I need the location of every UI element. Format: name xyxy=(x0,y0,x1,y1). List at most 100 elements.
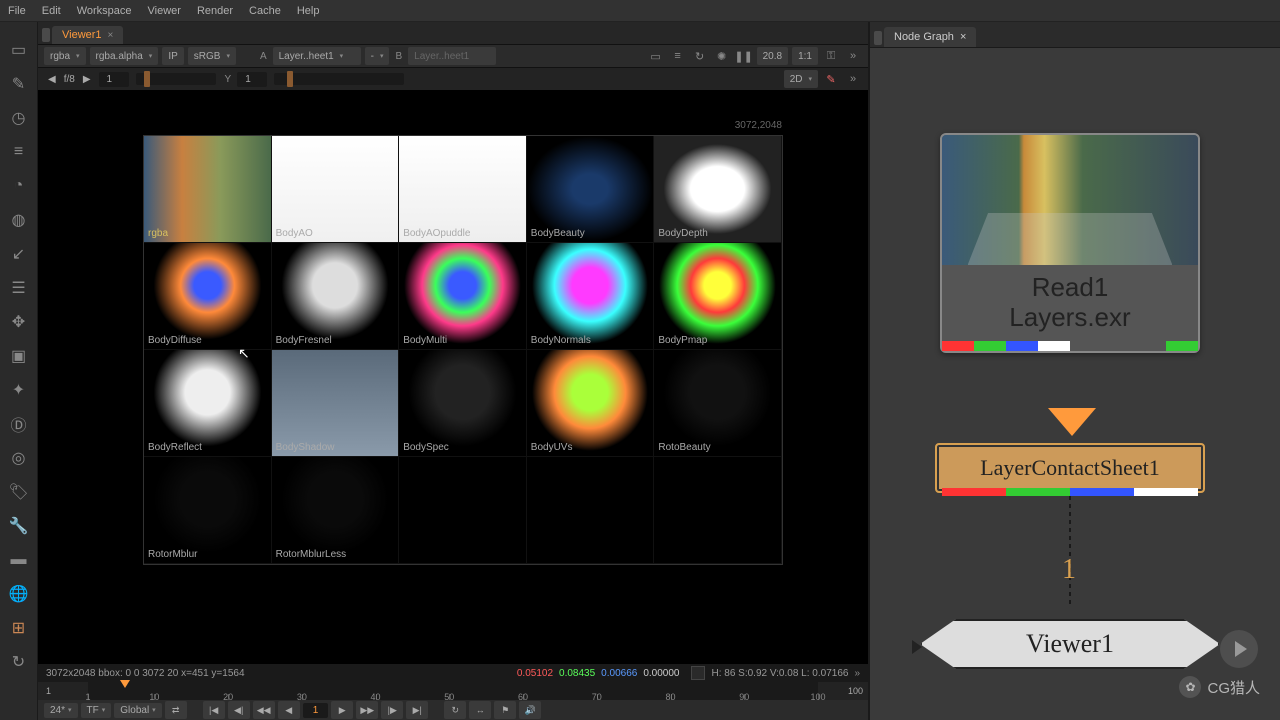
layer-cell[interactable]: RotorMblurLess xyxy=(272,457,400,564)
gamma-input[interactable]: 1 xyxy=(237,72,267,87)
next-key[interactable]: |▶ xyxy=(381,701,403,719)
tool-world[interactable]: 🌐 xyxy=(9,584,29,604)
layer-cell[interactable]: BodyNormals xyxy=(527,243,655,350)
expand-icon[interactable]: » xyxy=(844,47,862,65)
layercontactsheet-node[interactable]: LayerContactSheet1 xyxy=(935,443,1205,493)
sync-button[interactable]: ⇄ xyxy=(165,701,187,719)
play-fwd[interactable]: ▶▶ xyxy=(356,701,378,719)
layer-cell[interactable]: BodyShadow xyxy=(272,350,400,457)
zoom-val[interactable]: 20.8 xyxy=(757,47,788,65)
menu-file[interactable]: File xyxy=(8,5,26,17)
bounce-button[interactable]: ↔ xyxy=(469,701,491,719)
layer-cell[interactable]: RotorMblur xyxy=(144,457,272,564)
layer-cell[interactable]: BodyMulti xyxy=(399,243,527,350)
tool-curve[interactable]: ↙ xyxy=(9,244,29,264)
marker-button[interactable]: ⚑ xyxy=(494,701,516,719)
layer-cell[interactable]: BodyDepth xyxy=(654,136,782,243)
lock-icon[interactable]: ⚿ xyxy=(822,47,840,65)
viewer-node[interactable]: Viewer1 xyxy=(920,604,1220,684)
layer-cell[interactable] xyxy=(527,457,655,564)
tool-target[interactable]: ◎ xyxy=(9,448,29,468)
tool-clock[interactable]: ◷ xyxy=(9,108,29,128)
input-b[interactable]: Layer..heet1 xyxy=(408,47,496,65)
expand-status[interactable]: » xyxy=(854,668,860,679)
layer-cell[interactable]: BodySpec xyxy=(399,350,527,457)
tool-move[interactable]: ✥ xyxy=(9,312,29,332)
step-fwd[interactable]: ▶ xyxy=(331,701,353,719)
menu-edit[interactable]: Edit xyxy=(42,5,61,17)
layer-cell[interactable]: BodyFresnel xyxy=(272,243,400,350)
roi-icon[interactable]: ≡ xyxy=(669,47,687,65)
layer-cell[interactable]: BodyDiffuse xyxy=(144,243,272,350)
playhead[interactable] xyxy=(117,682,129,700)
global-dd[interactable]: Global xyxy=(114,703,161,718)
gain-slider[interactable] xyxy=(136,73,216,85)
last-frame[interactable]: ▶| xyxy=(406,701,428,719)
tool-d[interactable]: Ⓓ xyxy=(9,414,29,434)
channel-dd[interactable]: rgba xyxy=(44,47,86,65)
nodegraph-tab[interactable]: Node Graph × xyxy=(884,27,976,47)
first-frame[interactable]: |◀ xyxy=(203,701,225,719)
tab-handle[interactable] xyxy=(42,28,50,42)
nodegraph-canvas[interactable]: Read1 Layers.exr LayerContactSheet1 1 Vi… xyxy=(870,48,1280,720)
close-icon[interactable]: × xyxy=(108,30,114,41)
wipe-dd[interactable]: - xyxy=(365,47,390,65)
prev-key[interactable]: ◀| xyxy=(228,701,250,719)
layer-cell[interactable]: rgba xyxy=(144,136,272,243)
menu-viewer[interactable]: Viewer xyxy=(148,5,181,17)
timeline-ruler[interactable]: 1 100 1102030405060708090100 » xyxy=(88,682,818,700)
layer-cell[interactable]: BodyUVs xyxy=(527,350,655,457)
vol-button[interactable]: 🔊 xyxy=(519,701,541,719)
tool-refresh[interactable]: ↻ xyxy=(9,652,29,672)
tool-spark[interactable]: ✦ xyxy=(9,380,29,400)
tool-tag[interactable]: 🏷 xyxy=(9,482,29,502)
tool-wrench[interactable]: 🔧 xyxy=(9,516,29,536)
wipe-icon[interactable]: ✎ xyxy=(822,70,840,88)
clip-icon[interactable]: ▭ xyxy=(647,47,665,65)
loop-button[interactable]: ↻ xyxy=(444,701,466,719)
menu-cache[interactable]: Cache xyxy=(249,5,281,17)
step-rev[interactable]: ◀ xyxy=(278,701,300,719)
read-node[interactable]: Read1 Layers.exr xyxy=(940,133,1200,353)
menu-workspace[interactable]: Workspace xyxy=(77,5,132,17)
layer-cell[interactable]: BodyAO xyxy=(272,136,400,243)
close-icon[interactable]: × xyxy=(960,31,966,43)
gamma-slider[interactable] xyxy=(274,73,404,85)
proxy-icon[interactable]: ✺ xyxy=(713,47,731,65)
tool-lines[interactable]: ≡ xyxy=(9,142,29,162)
colorspace-dd[interactable]: sRGB xyxy=(188,47,236,65)
layer-cell[interactable]: BodyAOpuddle xyxy=(399,136,527,243)
ratio-button[interactable]: 1:1 xyxy=(792,47,818,65)
tool-pie[interactable]: ◔ xyxy=(9,176,29,196)
tool-cube[interactable]: ▣ xyxy=(9,346,29,366)
tf-dd[interactable]: TF xyxy=(81,703,112,718)
tool-sphere[interactable]: ◍ xyxy=(9,210,29,230)
layer-cell[interactable]: BodyReflect xyxy=(144,350,272,457)
input-a-dd[interactable]: Layer..heet1 xyxy=(273,47,361,65)
viewer-canvas[interactable]: 3072,2048 rgbaBodyAOBodyAOpuddleBodyBeau… xyxy=(38,90,868,664)
alpha-dd[interactable]: rgba.alpha xyxy=(90,47,159,65)
fps-dd[interactable]: 24* xyxy=(44,703,78,718)
refresh-icon[interactable]: ↻ xyxy=(691,47,709,65)
fstop-prev[interactable]: ◀ xyxy=(44,74,60,85)
fstop-next[interactable]: ▶ xyxy=(79,74,95,85)
ng-tab-handle[interactable] xyxy=(874,31,882,45)
pause-icon[interactable]: ❚❚ xyxy=(735,47,753,65)
ip-button[interactable]: IP xyxy=(162,47,183,65)
play-rev[interactable]: ◀◀ xyxy=(253,701,275,719)
layer-cell[interactable] xyxy=(399,457,527,564)
layer-cell[interactable]: BodyPmap xyxy=(654,243,782,350)
layer-cell[interactable]: RotoBeauty xyxy=(654,350,782,457)
menu-help[interactable]: Help xyxy=(297,5,320,17)
tool-layers[interactable]: ☰ xyxy=(9,278,29,298)
layer-cell[interactable]: BodyBeauty xyxy=(527,136,655,243)
view-mode-dd[interactable]: 2D xyxy=(784,70,818,88)
tool-1[interactable]: ▭ xyxy=(9,40,29,60)
tool-pen[interactable]: ✎ xyxy=(9,74,29,94)
gain-input[interactable]: 1 xyxy=(99,72,129,87)
current-frame[interactable]: 1 xyxy=(303,703,329,718)
tool-drive[interactable]: ▬ xyxy=(9,550,29,570)
layer-cell[interactable] xyxy=(654,457,782,564)
viewer-tab[interactable]: Viewer1 × xyxy=(52,26,123,44)
menu-render[interactable]: Render xyxy=(197,5,233,17)
